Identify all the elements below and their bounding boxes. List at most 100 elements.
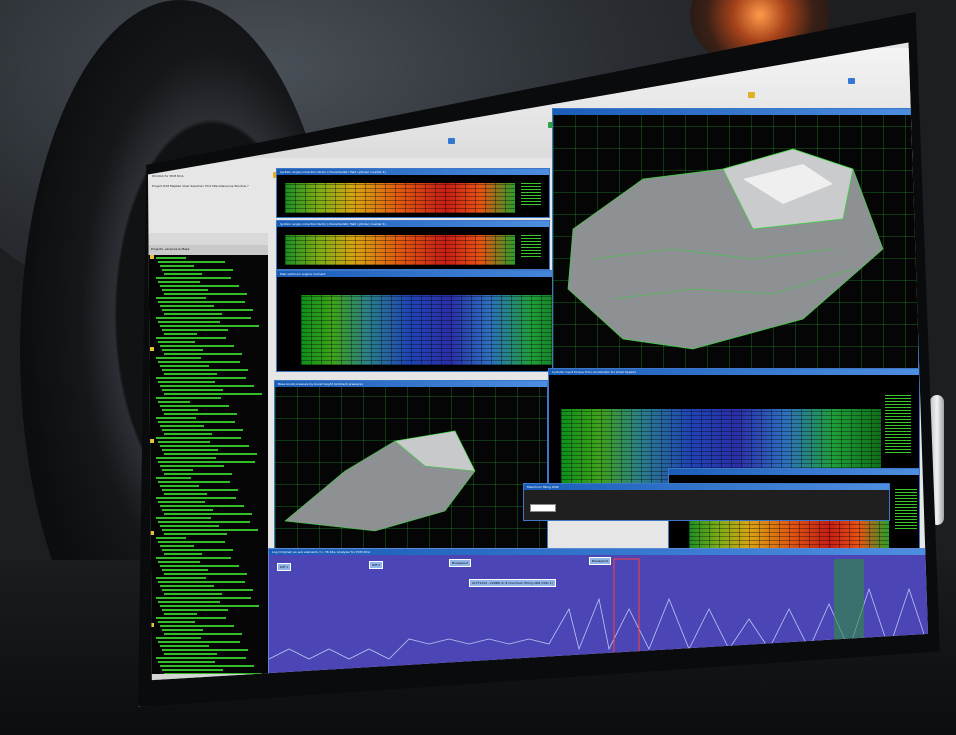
tree-item[interactable] <box>162 509 213 511</box>
tree-item[interactable] <box>160 665 254 667</box>
tree-item[interactable] <box>164 493 207 495</box>
heatmap-table[interactable] <box>285 183 515 213</box>
tree-item[interactable] <box>164 273 202 275</box>
value-field[interactable] <box>530 504 556 512</box>
3d-surface-plot[interactable] <box>553 109 918 369</box>
menu-maptab[interactable]: Maptab <box>170 184 181 188</box>
map-window-2[interactable]: Ignition angle correction factor (charac… <box>276 220 550 270</box>
tree-item[interactable] <box>156 317 251 319</box>
tree-item[interactable] <box>158 341 195 343</box>
tree-item[interactable] <box>160 485 199 487</box>
tree-item[interactable] <box>164 553 202 555</box>
tree-item[interactable] <box>156 637 201 639</box>
find-icon[interactable] <box>448 138 455 144</box>
tree-item[interactable] <box>156 297 206 299</box>
tree-item[interactable] <box>158 621 195 623</box>
tree-item[interactable] <box>160 365 209 367</box>
menu-view[interactable]: View <box>182 184 189 188</box>
tree-item[interactable] <box>160 605 259 607</box>
tree-item[interactable] <box>158 321 220 323</box>
tree-item[interactable] <box>164 473 232 475</box>
tree-item[interactable] <box>156 597 251 599</box>
tree-item[interactable] <box>162 489 238 491</box>
tree-item[interactable] <box>162 309 253 311</box>
menu-find[interactable]: Find <box>205 184 211 188</box>
surface-window-large[interactable] <box>552 108 919 370</box>
surface-window-small[interactable]: Base boost pressure by boost height (Amb… <box>274 380 548 552</box>
tree-item[interactable] <box>158 381 215 383</box>
tree-item[interactable] <box>160 645 209 647</box>
tree-item[interactable] <box>156 357 201 359</box>
tree-item[interactable] <box>156 377 246 379</box>
settings-icon[interactable] <box>848 78 855 84</box>
tree-item[interactable] <box>162 569 208 571</box>
tree-item[interactable] <box>162 529 258 531</box>
tree-item[interactable] <box>164 613 197 615</box>
tree-item[interactable] <box>162 589 253 591</box>
tree-item[interactable] <box>164 453 257 455</box>
tree-item[interactable] <box>158 521 250 523</box>
tree-item[interactable] <box>158 261 225 263</box>
tree-item[interactable] <box>156 437 241 439</box>
tree-item[interactable] <box>158 641 240 643</box>
tree-item[interactable] <box>162 329 228 331</box>
tree-item[interactable] <box>156 517 211 519</box>
tree-item[interactable] <box>162 609 228 611</box>
tree-item[interactable] <box>158 661 215 663</box>
tree-item[interactable] <box>162 389 223 391</box>
tree-item[interactable] <box>160 305 214 307</box>
tree-item[interactable] <box>156 497 236 499</box>
tree-item[interactable] <box>158 561 200 563</box>
tree-item[interactable] <box>160 425 204 427</box>
tree-item[interactable] <box>158 481 230 483</box>
tree-item[interactable] <box>162 549 233 551</box>
tree-item[interactable] <box>162 649 248 651</box>
tree-item[interactable] <box>160 445 249 447</box>
tree-item[interactable] <box>156 337 226 339</box>
tree-item[interactable] <box>160 625 234 627</box>
tree-item[interactable] <box>162 409 198 411</box>
tree-item[interactable] <box>156 257 186 259</box>
tree-item[interactable] <box>158 461 255 463</box>
menu-window[interactable]: Window <box>234 184 246 188</box>
tree-item[interactable] <box>162 429 243 431</box>
tree-item[interactable] <box>156 397 221 399</box>
tree-item[interactable] <box>156 457 216 459</box>
tree-item[interactable] <box>158 281 200 283</box>
tree-item[interactable] <box>164 533 227 535</box>
tree-item[interactable] <box>156 277 231 279</box>
menu-project[interactable]: Project <box>152 184 162 188</box>
tree-item[interactable] <box>162 349 203 351</box>
heatmap-table[interactable] <box>301 295 571 365</box>
tree-item[interactable] <box>164 513 252 515</box>
tree-item[interactable] <box>158 581 245 583</box>
tree-item[interactable] <box>162 369 248 371</box>
tree-item[interactable] <box>164 653 217 655</box>
tree-item[interactable] <box>160 465 224 467</box>
tree-item[interactable] <box>160 405 229 407</box>
tree-item[interactable] <box>160 285 239 287</box>
tree-item[interactable] <box>164 433 212 435</box>
tree-item[interactable] <box>156 577 206 579</box>
tree-item[interactable] <box>156 617 226 619</box>
tree-item[interactable] <box>160 545 194 547</box>
tree-item[interactable] <box>158 421 235 423</box>
window-title-bar[interactable]: Maximum filling ODR <box>524 484 889 490</box>
tree-item[interactable] <box>156 537 186 539</box>
heatmap-table[interactable] <box>285 235 515 265</box>
tree-item[interactable] <box>160 385 254 387</box>
tree-item[interactable] <box>164 333 197 335</box>
tree-item[interactable] <box>156 477 191 479</box>
tree-item[interactable] <box>158 501 205 503</box>
3d-surface-plot[interactable] <box>275 381 547 551</box>
menu-misc[interactable]: Miscellaneous <box>212 184 233 188</box>
tree-item[interactable] <box>162 629 203 631</box>
tree-item[interactable] <box>160 265 194 267</box>
tree-item[interactable] <box>162 449 218 451</box>
menu-selection[interactable]: Selection <box>190 184 204 188</box>
window-title-bar[interactable]: Cylinder input torque from Accelerator f… <box>549 369 919 375</box>
tree-item[interactable] <box>160 585 214 587</box>
tree-item[interactable] <box>160 565 239 567</box>
tree-item[interactable] <box>162 669 223 671</box>
menu-help[interactable]: ? <box>247 184 249 188</box>
